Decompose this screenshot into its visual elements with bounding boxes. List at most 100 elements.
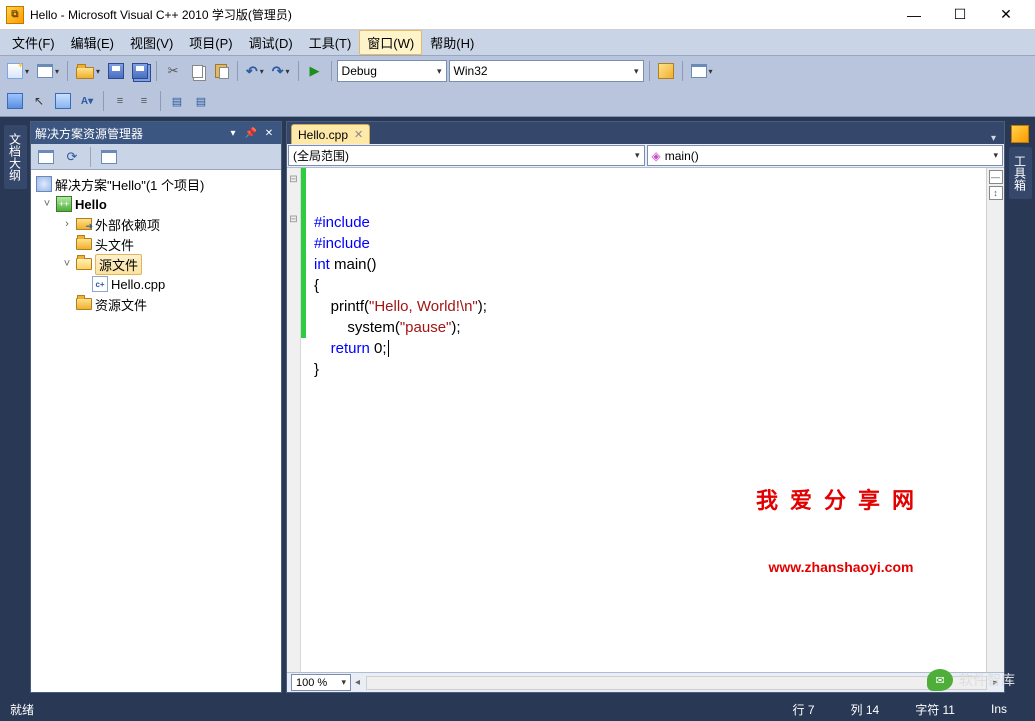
- code-editor[interactable]: #include#includeint main(){ printf("Hell…: [306, 168, 986, 672]
- close-button[interactable]: ✕: [983, 0, 1029, 30]
- code-area: ⊟ ⊟ #include#includeint main(){ printf("…: [287, 168, 1004, 672]
- menu-debug[interactable]: 调试(D): [241, 30, 301, 55]
- tab-close-icon[interactable]: ✕: [354, 128, 363, 141]
- solution-icon: [36, 176, 52, 192]
- zoom-combo[interactable]: 100 %: [291, 674, 351, 691]
- menu-window[interactable]: 窗口(W): [359, 30, 422, 55]
- scope-right-combo[interactable]: ◈ main(): [647, 145, 1004, 166]
- tree-resources-row[interactable]: 资源文件: [33, 294, 279, 314]
- project-icon: ++: [56, 196, 72, 212]
- redo-button[interactable]: ↷: [269, 60, 293, 82]
- add-item-button[interactable]: [34, 60, 62, 82]
- toolbox-icon: [1011, 125, 1029, 143]
- menu-edit[interactable]: 编辑(E): [63, 30, 122, 55]
- external-deps-icon: [76, 218, 92, 230]
- menu-view[interactable]: 视图(V): [122, 30, 181, 55]
- home-button[interactable]: [35, 146, 57, 168]
- scope-right-value: main(): [665, 149, 699, 163]
- folder-icon: [76, 238, 92, 250]
- tree-headers-label: 头文件: [95, 235, 134, 254]
- tree-project-row[interactable]: ˅ ++ Hello: [33, 194, 279, 214]
- minimize-button[interactable]: —: [891, 0, 937, 30]
- tree-solution-label: 解决方案"Hello"(1 个项目): [55, 175, 204, 194]
- menu-project[interactable]: 项目(P): [181, 30, 240, 55]
- outline-margin[interactable]: ⊟ ⊟: [287, 168, 301, 672]
- status-col: 列 14: [851, 701, 880, 718]
- zoom-value: 100 %: [296, 677, 327, 689]
- save-all-button[interactable]: [129, 60, 151, 82]
- solution-explorer-header[interactable]: 解决方案资源管理器 ▾ 📌 ✕: [31, 122, 281, 144]
- editor-tab[interactable]: Hello.cpp ✕: [291, 124, 370, 144]
- method-icon: ◈: [652, 149, 661, 163]
- undo-button[interactable]: ↶: [243, 60, 267, 82]
- toggle-case-button[interactable]: A▾: [76, 90, 98, 112]
- select-arrow-button[interactable]: ↖: [28, 90, 50, 112]
- document-outline-tab[interactable]: 文档大纲: [4, 125, 27, 189]
- properties-button[interactable]: [98, 146, 120, 168]
- corner-watermark: ✉ 软件智库: [927, 669, 1015, 691]
- tree-solution-row[interactable]: 解决方案"Hello"(1 个项目): [33, 174, 279, 194]
- toolbox-tab[interactable]: 工具箱: [1009, 147, 1032, 199]
- folder-icon: [76, 298, 92, 310]
- open-file-button[interactable]: [73, 60, 103, 82]
- scroll-left-icon[interactable]: ◂: [353, 677, 362, 688]
- display-object-button[interactable]: [4, 90, 26, 112]
- solution-explorer-title: 解决方案资源管理器: [35, 125, 143, 142]
- left-dock-strip: 文档大纲: [4, 121, 26, 693]
- config-value: Debug: [342, 64, 377, 78]
- uncomment-button[interactable]: ▤: [190, 90, 212, 112]
- scope-left-combo[interactable]: (全局范围): [288, 145, 645, 166]
- text-editor-toolbar: ↖ A▾ ≡ ≡ ▤ ▤: [0, 86, 1035, 116]
- horizontal-scrollbar[interactable]: [366, 676, 987, 690]
- platform-value: Win32: [454, 64, 488, 78]
- solution-tree[interactable]: 解决方案"Hello"(1 个项目) ˅ ++ Hello › 外部依赖项 头文…: [31, 170, 281, 692]
- outdent-button[interactable]: ≡: [133, 90, 155, 112]
- expand-icon[interactable]: ›: [61, 218, 73, 230]
- scope-bar: (全局范围) ◈ main(): [287, 144, 1004, 168]
- statusbar: 就绪 行 7 列 14 字符 11 Ins: [0, 697, 1035, 721]
- split-icon[interactable]: —: [989, 170, 1003, 184]
- scope-left-value: (全局范围): [293, 147, 349, 164]
- tree-headers-row[interactable]: 头文件: [33, 234, 279, 254]
- nav-back-button[interactable]: [52, 90, 74, 112]
- config-combo[interactable]: Debug: [337, 60, 447, 82]
- menu-tools[interactable]: 工具(T): [301, 30, 360, 55]
- copy-button[interactable]: [186, 60, 208, 82]
- vertical-scrollbar[interactable]: — ↕: [986, 168, 1004, 672]
- panel-menu-icon[interactable]: ▾: [225, 125, 241, 141]
- tree-external-label: 外部依赖项: [95, 215, 160, 234]
- maximize-button[interactable]: ☐: [937, 0, 983, 30]
- tab-dropdown-icon[interactable]: ▾: [987, 133, 1000, 144]
- status-char: 字符 11: [915, 701, 955, 718]
- platform-combo[interactable]: Win32: [449, 60, 644, 82]
- tree-sources-label: 源文件: [95, 254, 142, 275]
- solution-explorer-toolbar: ⟳: [31, 144, 281, 170]
- comment-button[interactable]: ▤: [166, 90, 188, 112]
- nav-up-icon[interactable]: ↕: [989, 186, 1003, 200]
- toolbar-extra-button[interactable]: [688, 60, 716, 82]
- window-title: Hello - Microsoft Visual C++ 2010 学习版(管理…: [30, 6, 891, 23]
- status-ins: Ins: [991, 702, 1007, 716]
- expand-icon[interactable]: ˅: [61, 258, 73, 270]
- paste-button[interactable]: [210, 60, 232, 82]
- tree-sources-row[interactable]: ˅ 源文件: [33, 254, 279, 274]
- tree-file-row[interactable]: c+ Hello.cpp: [33, 274, 279, 294]
- cut-button[interactable]: ✂: [162, 60, 184, 82]
- save-button[interactable]: [105, 60, 127, 82]
- panel-close-icon[interactable]: ✕: [261, 125, 277, 141]
- menu-file[interactable]: 文件(F): [4, 30, 63, 55]
- tree-resources-label: 资源文件: [95, 295, 147, 314]
- menu-help[interactable]: 帮助(H): [422, 30, 482, 55]
- editor-tabstrip: Hello.cpp ✕ ▾: [287, 122, 1004, 144]
- find-in-files-button[interactable]: [655, 60, 677, 82]
- new-project-button[interactable]: [4, 60, 32, 82]
- toolbars: ✂ ↶ ↷ ▶ Debug Win32 ↖ A▾ ≡ ≡ ▤ ▤: [0, 56, 1035, 117]
- status-ready: 就绪: [10, 701, 34, 718]
- indent-button[interactable]: ≡: [109, 90, 131, 112]
- expand-icon[interactable]: ˅: [41, 198, 53, 210]
- editor-panel: Hello.cpp ✕ ▾ (全局范围) ◈ main() ⊟ ⊟ #includ…: [286, 121, 1005, 693]
- refresh-button[interactable]: ⟳: [61, 146, 83, 168]
- pin-icon[interactable]: 📌: [243, 125, 259, 141]
- start-debug-button[interactable]: ▶: [304, 60, 326, 82]
- tree-external-row[interactable]: › 外部依赖项: [33, 214, 279, 234]
